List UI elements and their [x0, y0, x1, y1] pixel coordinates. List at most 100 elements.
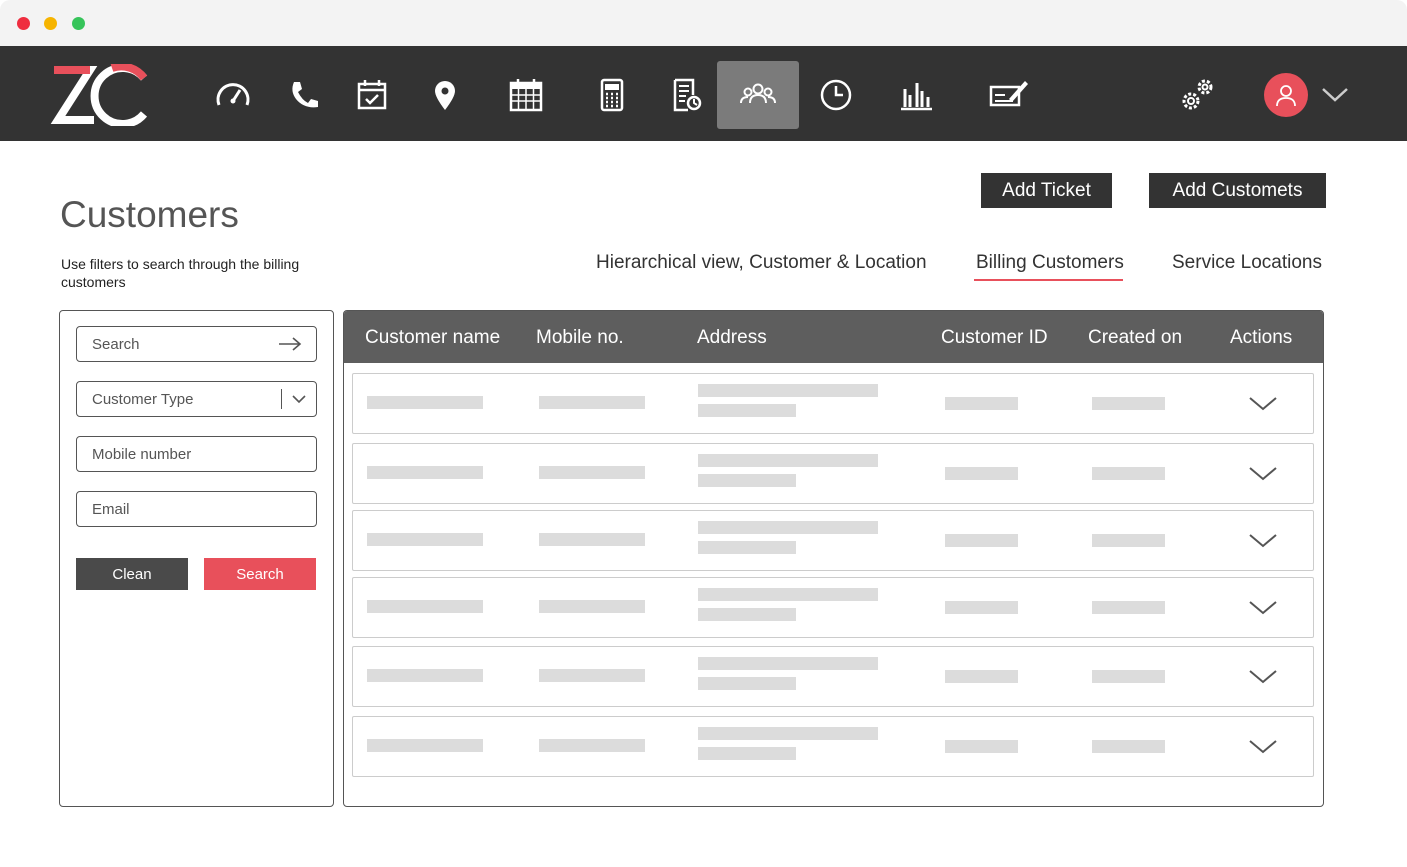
- search-placeholder: Search: [92, 335, 140, 353]
- mobile-placeholder-bar: [539, 533, 645, 546]
- customer-type-placeholder: Customer Type: [92, 390, 194, 408]
- page-description: Use filters to search through the billin…: [61, 256, 300, 290]
- minimize-window-dot[interactable]: [44, 17, 57, 30]
- clean-button[interactable]: Clean: [76, 558, 188, 590]
- calculator-icon: [600, 78, 624, 112]
- customer-id-placeholder: [945, 670, 1018, 683]
- zc-logo[interactable]: [50, 62, 150, 128]
- nav-reports[interactable]: [875, 61, 957, 129]
- address-line2-placeholder: [698, 608, 796, 621]
- email-input[interactable]: Email: [76, 491, 317, 527]
- location-pin-icon: [435, 81, 455, 110]
- user-avatar[interactable]: [1264, 73, 1308, 117]
- mobile-placeholder-bar: [539, 600, 645, 613]
- address-line2-placeholder: [698, 677, 796, 690]
- column-customer-name[interactable]: Customer name: [365, 327, 500, 349]
- bar-chart-icon: [901, 83, 932, 111]
- customer-id-placeholder: [945, 740, 1018, 753]
- table-row[interactable]: [352, 373, 1314, 434]
- address-line1-placeholder: [698, 454, 878, 467]
- close-window-dot[interactable]: [17, 17, 30, 30]
- chevron-down-icon[interactable]: [1320, 80, 1350, 110]
- chevron-down-icon[interactable]: [1248, 665, 1278, 687]
- nav-history[interactable]: [795, 61, 877, 129]
- mobile-placeholder: Mobile number: [92, 445, 192, 463]
- name-placeholder: [367, 739, 483, 752]
- name-placeholder: [367, 669, 483, 682]
- mobile-placeholder-bar: [539, 466, 645, 479]
- tab-billing-customers[interactable]: Billing Customers: [976, 252, 1124, 274]
- name-placeholder: [367, 600, 483, 613]
- customer-id-placeholder: [945, 601, 1018, 614]
- chevron-down-icon[interactable]: [1248, 529, 1278, 551]
- maximize-window-dot[interactable]: [72, 17, 85, 30]
- column-customer-id[interactable]: Customer ID: [941, 327, 1048, 349]
- address-line2-placeholder: [698, 747, 796, 760]
- mobile-number-input[interactable]: Mobile number: [76, 436, 317, 472]
- settings-gears-icon: [1182, 79, 1213, 110]
- add-ticket-button[interactable]: Add Ticket: [981, 173, 1112, 208]
- search-button[interactable]: Search: [204, 558, 316, 590]
- window-titlebar: [0, 0, 1407, 46]
- tab-service-locations[interactable]: Service Locations: [1172, 252, 1322, 274]
- chevron-down-icon[interactable]: [1248, 596, 1278, 618]
- customer-id-placeholder: [945, 534, 1018, 547]
- address-line2-placeholder: [698, 541, 796, 554]
- table-row[interactable]: [352, 510, 1314, 571]
- column-mobile-no[interactable]: Mobile no.: [536, 327, 624, 349]
- add-customers-button[interactable]: Add Customets: [1149, 173, 1326, 208]
- name-placeholder: [367, 396, 483, 409]
- address-line1-placeholder: [698, 384, 878, 397]
- customer-type-select[interactable]: Customer Type: [76, 381, 317, 417]
- name-placeholder: [367, 466, 483, 479]
- calendar-grid-icon: [509, 79, 543, 112]
- created-on-placeholder: [1092, 534, 1165, 547]
- created-on-placeholder: [1092, 670, 1165, 683]
- nav-locations[interactable]: [404, 61, 486, 129]
- chevron-down-icon[interactable]: [292, 393, 306, 405]
- address-line1-placeholder: [698, 521, 878, 534]
- address-line1-placeholder: [698, 588, 878, 601]
- customers-table: Customer name Mobile no. Address Custome…: [343, 310, 1324, 807]
- phone-icon: [292, 82, 318, 108]
- page-title: Customers: [60, 194, 239, 235]
- nav-contracts[interactable]: [968, 61, 1050, 129]
- email-placeholder: Email: [92, 500, 130, 518]
- nav-dashboard[interactable]: [192, 61, 274, 129]
- table-row[interactable]: [352, 577, 1314, 638]
- chevron-down-icon[interactable]: [1248, 392, 1278, 414]
- customer-id-placeholder: [945, 397, 1018, 410]
- active-tab-indicator: [974, 279, 1123, 281]
- dashboard-gauge-icon: [216, 83, 250, 106]
- customers-group-icon: [740, 83, 776, 104]
- nav-settings[interactable]: [1156, 61, 1238, 129]
- table-row[interactable]: [352, 443, 1314, 504]
- address-line2-placeholder: [698, 404, 796, 417]
- invoice-icon: [673, 78, 702, 112]
- search-input[interactable]: Search: [76, 326, 317, 362]
- column-address[interactable]: Address: [697, 327, 767, 349]
- address-line2-placeholder: [698, 474, 796, 487]
- chevron-down-icon[interactable]: [1248, 735, 1278, 757]
- chevron-down-icon[interactable]: [1248, 462, 1278, 484]
- nav-customers[interactable]: [717, 61, 799, 129]
- contract-sign-icon: [989, 81, 1028, 107]
- table-row[interactable]: [352, 646, 1314, 707]
- mobile-placeholder-bar: [539, 669, 645, 682]
- tab-hierarchical-view[interactable]: Hierarchical view, Customer & Location: [596, 252, 927, 274]
- name-placeholder: [367, 533, 483, 546]
- nav-schedule[interactable]: [331, 61, 413, 129]
- created-on-placeholder: [1092, 601, 1165, 614]
- column-actions: Actions: [1230, 327, 1293, 348]
- calendar-check-icon: [357, 80, 387, 110]
- mobile-placeholder-bar: [539, 739, 645, 752]
- table-row[interactable]: [352, 716, 1314, 777]
- arrow-right-icon[interactable]: [278, 336, 302, 352]
- column-created-on[interactable]: Created on: [1088, 327, 1182, 349]
- nav-calculator[interactable]: [571, 61, 653, 129]
- nav-calendar[interactable]: [485, 61, 567, 129]
- select-divider: [281, 389, 282, 409]
- top-navbar: [0, 46, 1407, 141]
- created-on-placeholder: [1092, 740, 1165, 753]
- nav-invoices[interactable]: [645, 61, 727, 129]
